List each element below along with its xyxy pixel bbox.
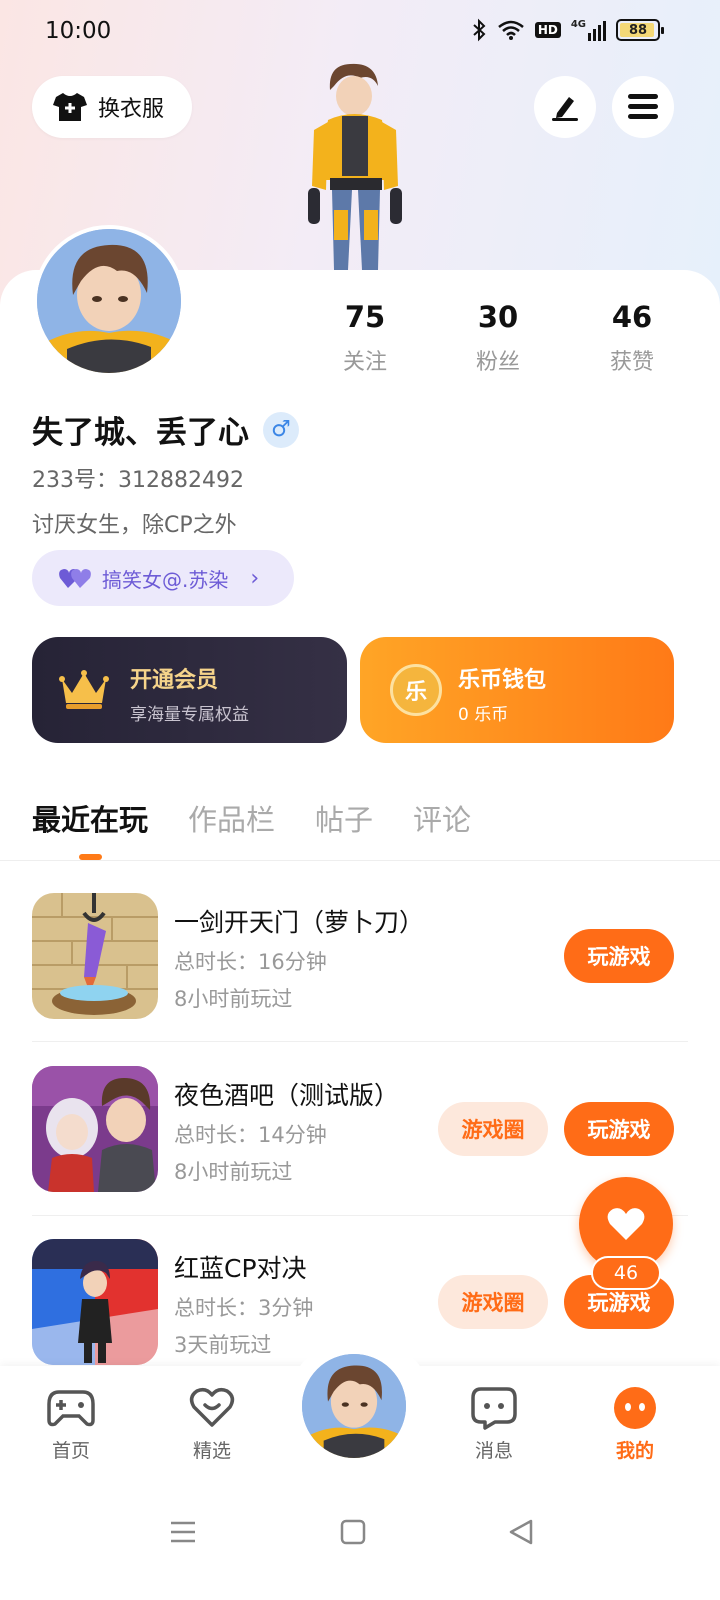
coin-icon: 乐 (390, 664, 442, 716)
game-duration: 总时长：16分钟 (174, 950, 327, 974)
game-thumbnail-art (32, 1239, 158, 1365)
menu-button[interactable] (612, 76, 674, 138)
profile-icon (614, 1387, 656, 1429)
stat-label: 获赞 (609, 350, 654, 375)
user-bio: 讨厌女生，除CP之外 (32, 513, 237, 538)
recent-apps-icon[interactable] (170, 1519, 196, 1545)
avatar-character-figure[interactable] (290, 60, 420, 272)
menu-icon (628, 94, 658, 119)
male-gender-icon: ♂ (263, 411, 299, 448)
chat-icon (471, 1387, 517, 1430)
play-game-button[interactable]: 玩游戏 (564, 929, 674, 983)
stat-value: 30 (477, 300, 519, 334)
heart-outline-icon (189, 1387, 235, 1427)
avatar (302, 1354, 406, 1458)
game-thumbnail[interactable] (32, 1066, 158, 1192)
status-icons: HD 4G 88 (471, 18, 664, 42)
game-duration: 总时长：3分钟 (174, 1296, 314, 1320)
nav-home[interactable]: 首页 (31, 1386, 111, 1463)
nav-label: 首页 (51, 1440, 90, 1462)
stat-value: 46 (611, 300, 653, 334)
game-item[interactable]: 夜色酒吧（测试版） 总时长：14分钟 8小时前玩过 游戏圈 玩游戏 (32, 1066, 692, 1196)
bluetooth-icon (473, 18, 486, 42)
double-heart-icon (59, 569, 91, 588)
chevron-right-icon: › (250, 565, 260, 591)
vip-subtitle: 享海量专属权益 (130, 705, 249, 725)
stat-label: 粉丝 (475, 350, 520, 375)
system-navigation-bar (0, 1481, 720, 1600)
nickname-row: 失了城、丢了心 ♂ (32, 407, 299, 452)
nav-mine[interactable]: 我的 (595, 1386, 675, 1463)
edit-profile-button[interactable] (534, 76, 596, 138)
cp-tag-button[interactable]: 搞笑女@.苏染 › (32, 550, 294, 606)
cp-tag-label: 搞笑女@.苏染 (102, 567, 229, 592)
wifi-icon (498, 20, 524, 40)
nav-label: 我的 (615, 1440, 654, 1462)
shirt-icon (53, 93, 87, 121)
change-outfit-label: 换衣服 (98, 97, 165, 122)
back-icon[interactable] (508, 1519, 534, 1545)
hd-badge: HD (534, 22, 561, 38)
status-time: 10:00 (45, 18, 112, 44)
game-last-played: 3天前玩过 (174, 1333, 272, 1357)
like-count-badge: 46 (591, 1256, 661, 1290)
play-game-button[interactable]: 玩游戏 (564, 1102, 674, 1156)
vip-title: 开通会员 (130, 668, 219, 693)
stat-value: 75 (344, 300, 386, 334)
nav-label: 消息 (474, 1440, 513, 1462)
status-bar: 10:00 HD 4G 88 (0, 0, 720, 64)
divider (0, 860, 720, 861)
game-thumbnail-art (32, 893, 158, 1019)
heart-icon (607, 1208, 645, 1240)
stat-followers[interactable]: 30 粉丝 (448, 300, 548, 376)
game-item[interactable]: 一剑开天门（萝卜刀） 总时长：16分钟 8小时前玩过 玩游戏 (32, 893, 692, 1023)
change-outfit-button[interactable]: 换衣服 (32, 76, 192, 138)
wallet-card[interactable]: 乐 乐币钱包 0 乐币 (360, 637, 674, 743)
game-thumbnail[interactable] (32, 1239, 158, 1365)
wallet-title: 乐币钱包 (458, 668, 547, 693)
wallet-balance: 0 乐币 (458, 705, 509, 725)
tab-posts[interactable]: 帖子 (315, 797, 373, 839)
pen-icon (552, 97, 578, 121)
tab-recently-played[interactable]: 最近在玩 (32, 797, 148, 839)
game-title: 夜色酒吧（测试版） (174, 1081, 400, 1110)
crown-icon (59, 670, 109, 709)
game-title: 一剑开天门（萝卜刀） (174, 908, 425, 937)
vip-membership-card[interactable]: 开通会员 享海量专属权益 (32, 637, 347, 743)
game-last-played: 8小时前玩过 (174, 1160, 293, 1184)
game-duration: 总时长：14分钟 (174, 1123, 327, 1147)
profile-avatar[interactable] (33, 225, 185, 377)
game-title: 红蓝CP对决 (174, 1254, 307, 1283)
stat-label: 关注 (342, 350, 387, 375)
game-thumbnail[interactable] (32, 893, 158, 1019)
nav-messages[interactable]: 消息 (454, 1386, 534, 1463)
battery-icon: 88 (616, 19, 664, 41)
home-icon[interactable] (340, 1519, 366, 1545)
signal-icon: 4G (571, 19, 606, 41)
game-circle-button[interactable]: 游戏圈 (438, 1275, 548, 1329)
nav-label: 精选 (192, 1440, 231, 1462)
stat-likes[interactable]: 46 获赞 (582, 300, 682, 376)
tab-works[interactable]: 作品栏 (188, 797, 275, 839)
stat-following[interactable]: 75 关注 (315, 300, 415, 376)
divider (32, 1041, 688, 1042)
profile-tabs: 最近在玩 作品栏 帖子 评论 (32, 797, 471, 839)
game-last-played: 8小时前玩过 (174, 987, 293, 1011)
game-circle-button[interactable]: 游戏圈 (438, 1102, 548, 1156)
user-id: 233号：312882492 (32, 468, 244, 493)
avatar-portrait (37, 229, 181, 373)
nickname: 失了城、丢了心 (32, 415, 249, 451)
network-type: 4G (570, 19, 586, 30)
nav-featured[interactable]: 精选 (172, 1386, 252, 1463)
tab-comments[interactable]: 评论 (413, 797, 471, 839)
game-thumbnail-art (32, 1066, 158, 1192)
nav-avatar-button[interactable] (298, 1350, 410, 1462)
gamepad-icon (47, 1390, 95, 1427)
battery-level: 88 (628, 22, 648, 38)
